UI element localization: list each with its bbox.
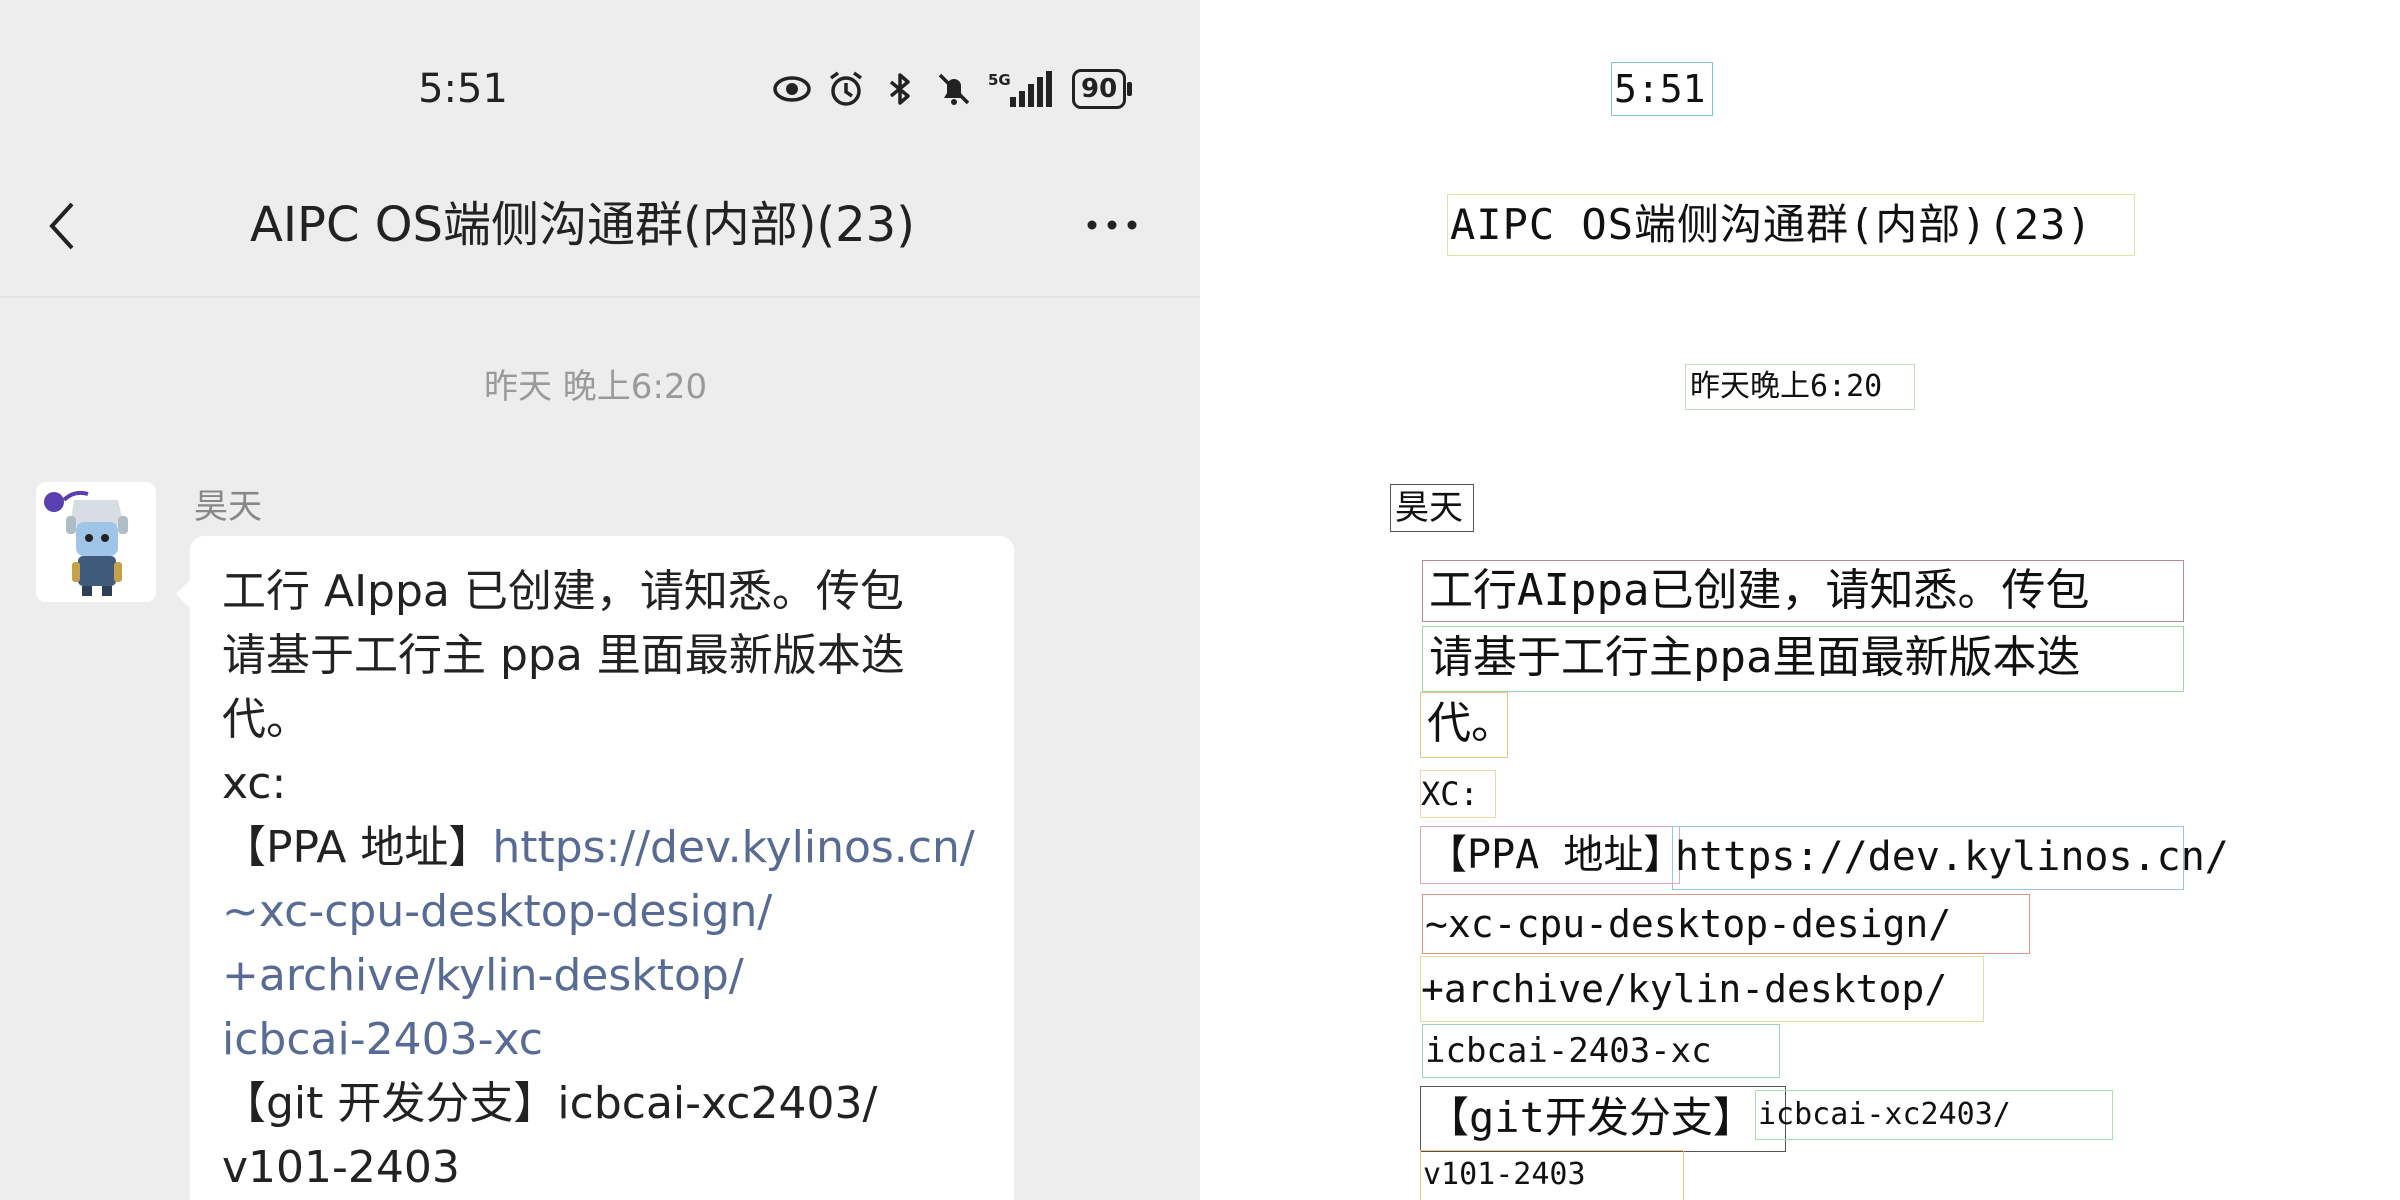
message-line: 工行 AIppa 已创建，请知悉。传包 — [222, 566, 904, 617]
outline-link[interactable]: https://dev.kylinos.cn/ — [1672, 826, 2229, 890]
message-line: 【git 开发分支】icbcai-xc2403/ — [222, 1072, 1002, 1136]
bluetooth-icon — [880, 69, 920, 109]
outline-sender: 昊天 — [1390, 484, 1474, 532]
message-line: 【PPA 地址】https://dev.kylinos.cn/ — [222, 816, 1002, 880]
alarm-icon — [826, 69, 866, 109]
message-line: 代。 — [222, 694, 310, 745]
outline-line: 请基于工行主ppa里面最新版本迭 — [1422, 626, 2184, 692]
outline-line: 代。 — [1420, 692, 1515, 758]
sender-name: 昊天 — [194, 487, 262, 527]
message-line: 请基于工行主 ppa 里面最新版本迭 — [222, 630, 905, 681]
status-time: 5:51 — [418, 66, 508, 112]
message-line: xc: — [222, 758, 287, 809]
outline-link[interactable]: icbcai-2403-xc — [1422, 1024, 1780, 1078]
phone-screen: 5:51 5G 90 AIPC OS端侧沟通群(内部)(23) 昨天 晚上6:2… — [0, 0, 1200, 1200]
message-timestamp: 昨天 晚上6:20 — [484, 367, 708, 407]
bell-off-icon — [934, 69, 974, 109]
5g-signal-icon: 5G — [988, 69, 1054, 109]
more-options-icon[interactable] — [1084, 210, 1140, 240]
signal-label: 5G — [988, 71, 1011, 89]
outline-line: 工行AIppa已创建，请知悉。传包 — [1422, 560, 2184, 622]
status-icons: 5G 90 — [772, 62, 1133, 116]
outline-title: AIPC OS端侧沟通群(内部)(23) — [1447, 194, 2135, 256]
outline-line: 【git开发分支】 — [1420, 1086, 1786, 1152]
header-divider — [0, 296, 1200, 298]
outline-line: v101-2403 — [1420, 1150, 1684, 1200]
ppa-url-link[interactable]: +archive/kylin-desktop/ — [222, 944, 1002, 1008]
ppa-address-label: 【PPA 地址】 — [222, 822, 493, 873]
back-arrow-icon[interactable] — [42, 196, 82, 256]
git-branch-value: icbcai-xc2403/ — [557, 1078, 878, 1129]
outline-line: 【PPA 地址】 — [1420, 826, 1683, 884]
outline-link[interactable]: ~xc-cpu-desktop-design/ — [1422, 894, 2030, 954]
outline-line: XC: — [1420, 770, 1496, 818]
outline-link[interactable]: +archive/kylin-desktop/ — [1420, 956, 1984, 1022]
ppa-url-link[interactable]: https://dev.kylinos.cn/ — [492, 822, 974, 873]
outline-timestamp: 昨天晚上6:20 — [1685, 364, 1915, 410]
battery-indicator: 90 — [1072, 69, 1133, 109]
message-text[interactable]: 工行 AIppa 已创建，请知悉。传包 请基于工行主 ppa 里面最新版本迭 代… — [222, 560, 1002, 1200]
ppa-url-link[interactable]: ~xc-cpu-desktop-design/ — [222, 880, 1002, 944]
chat-title: AIPC OS端侧沟通群(内部)(23) — [250, 197, 915, 253]
git-branch-value: v101-2403 — [222, 1142, 460, 1193]
ppa-url-link[interactable]: icbcai-2403-xc — [222, 1008, 1002, 1072]
outline-time: 5:51 — [1611, 62, 1713, 116]
eye-icon — [772, 69, 812, 109]
sender-avatar[interactable] — [36, 482, 156, 602]
outline-line: icbcai-xc2403/ — [1755, 1090, 2113, 1140]
text-outline-panel: 5:51 AIPC OS端侧沟通群(内部)(23) 昨天晚上6:20 昊天 工行… — [1200, 0, 2400, 1200]
git-branch-label: 【git 开发分支】 — [222, 1078, 558, 1129]
